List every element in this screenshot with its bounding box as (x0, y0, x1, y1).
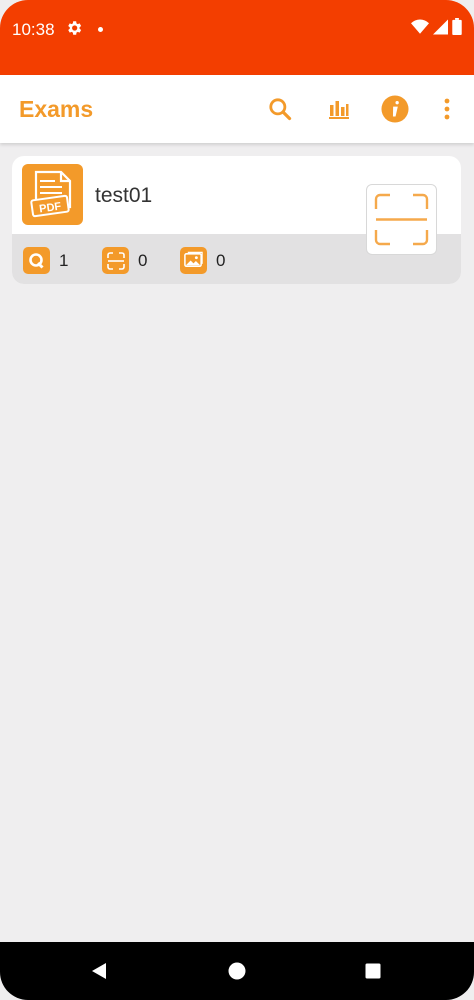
images-stat: 0 (180, 247, 225, 274)
scan-icon (102, 247, 129, 274)
exam-card[interactable]: PDF test01 1 0 0 (12, 156, 461, 284)
pdf-icon: PDF (22, 164, 83, 225)
page-title: Exams (19, 96, 94, 122)
stats-icon[interactable] (325, 95, 353, 123)
signal-icon (433, 19, 448, 40)
scan-icon (374, 193, 429, 246)
scans-count: 0 (138, 250, 148, 270)
app-bar: Exams (0, 75, 474, 143)
battery-icon (452, 18, 462, 40)
scan-button[interactable] (366, 184, 437, 255)
status-time: 10:38 (12, 20, 55, 39)
notification-dot (98, 27, 103, 32)
status-indicators (411, 18, 462, 40)
image-icon (180, 247, 207, 274)
home-icon[interactable] (225, 959, 249, 983)
question-icon (23, 247, 50, 274)
back-icon[interactable] (87, 959, 111, 983)
questions-stat: 1 (23, 247, 68, 274)
images-count: 0 (216, 250, 226, 270)
exam-title: test01 (95, 184, 153, 207)
recents-icon[interactable] (361, 959, 385, 983)
questions-count: 1 (59, 250, 69, 270)
more-vert-icon[interactable] (433, 95, 461, 123)
scans-stat: 0 (102, 247, 147, 274)
status-bar: 10:38 (0, 0, 474, 75)
info-icon[interactable] (381, 95, 409, 123)
search-icon[interactable] (266, 95, 294, 123)
gear-icon (65, 19, 83, 37)
wifi-icon (411, 19, 429, 40)
navigation-bar (0, 942, 474, 1000)
